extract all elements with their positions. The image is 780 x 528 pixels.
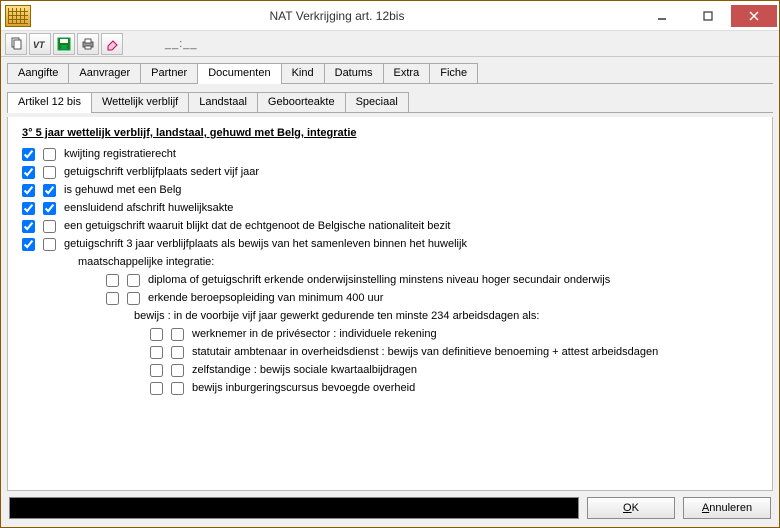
toolbar-erase-button[interactable] — [101, 33, 123, 55]
section-title: 3° 5 jaar wettelijk verblijf, landstaal,… — [22, 127, 762, 139]
proof-heading: bewijs : in de voorbije vijf jaar gewerk… — [134, 310, 539, 322]
main-tab[interactable]: Kind — [281, 63, 325, 83]
main-tab[interactable]: Partner — [140, 63, 198, 83]
checkbox-col1[interactable] — [22, 220, 35, 233]
checkbox-row: werknemer in de privésector : individuel… — [22, 325, 762, 343]
row-label: eensluidend afschrift huwelijksakte — [64, 202, 233, 214]
checkbox-col1[interactable] — [22, 238, 35, 251]
close-button[interactable] — [731, 5, 777, 27]
row-label: is gehuwd met een Belg — [64, 184, 181, 196]
cancel-button[interactable]: Annuleren — [683, 497, 771, 519]
checkbox-row: een getuigschrift waaruit blijkt dat de … — [22, 217, 762, 235]
toolbar-save-button[interactable] — [53, 33, 75, 55]
checkbox-row: zelfstandige : bewijs sociale kwartaalbi… — [22, 361, 762, 379]
main-tab[interactable]: Documenten — [197, 63, 281, 83]
checkbox-col2[interactable] — [43, 184, 56, 197]
checkbox-col1[interactable] — [22, 202, 35, 215]
cancel-button-label: Annuleren — [702, 502, 752, 514]
checkbox-col1[interactable] — [150, 346, 163, 359]
status-bar — [9, 497, 579, 519]
toolbar-vt-button[interactable]: VT — [29, 33, 51, 55]
row-label: zelfstandige : bewijs sociale kwartaalbi… — [192, 364, 417, 376]
checkbox-row: getuigschrift 3 jaar verblijfplaats als … — [22, 235, 762, 253]
window-buttons — [639, 5, 777, 27]
main-tab[interactable]: Aangifte — [7, 63, 69, 83]
checkbox-col2[interactable] — [43, 238, 56, 251]
main-tab[interactable]: Datums — [324, 63, 384, 83]
checkbox-row: statutair ambtenaar in overheidsdienst :… — [22, 343, 762, 361]
maximize-button[interactable] — [685, 5, 731, 27]
checkbox-col2[interactable] — [171, 364, 184, 377]
footer: OK Annuleren — [1, 491, 779, 527]
sub-tabrow: Artikel 12 bisWettelijk verblijfLandstaa… — [1, 84, 779, 112]
checkbox-col2[interactable] — [127, 274, 140, 287]
checkbox-row: eensluidend afschrift huwelijksakte — [22, 199, 762, 217]
checkbox-row: bewijs inburgeringscursus bevoegde overh… — [22, 379, 762, 397]
time-placeholder: __:__ — [165, 38, 198, 50]
row-label: bewijs inburgeringscursus bevoegde overh… — [192, 382, 415, 394]
row-label: diploma of getuigschrift erkende onderwi… — [148, 274, 610, 286]
minimize-button[interactable] — [639, 5, 685, 27]
checkbox-row: is gehuwd met een Belg — [22, 181, 762, 199]
checkbox-col1[interactable] — [106, 274, 119, 287]
svg-text:VT: VT — [33, 40, 46, 50]
toolbar-copy-button[interactable] — [5, 33, 27, 55]
rows-group-main: kwijting registratierecht getuigschrift v… — [22, 145, 762, 253]
row-label: getuigschrift 3 jaar verblijfplaats als … — [64, 238, 467, 250]
row-label: erkende beroepsopleiding van minimum 400… — [148, 292, 383, 304]
checkbox-col2[interactable] — [43, 148, 56, 161]
sub-tab[interactable]: Speciaal — [345, 92, 409, 112]
row-label: statutair ambtenaar in overheidsdienst :… — [192, 346, 658, 358]
checkbox-col1[interactable] — [22, 166, 35, 179]
checkbox-col2[interactable] — [43, 220, 56, 233]
row-label: een getuigschrift waaruit blijkt dat de … — [64, 220, 450, 232]
app-window: NAT Verkrijging art. 12bis VT — [0, 0, 780, 528]
main-tab[interactable]: Extra — [383, 63, 431, 83]
checkbox-col1[interactable] — [150, 328, 163, 341]
rows-group-integration: diploma of getuigschrift erkende onderwi… — [22, 271, 762, 307]
app-icon — [5, 5, 31, 27]
checkbox-row: diploma of getuigschrift erkende onderwi… — [22, 271, 762, 289]
ok-button[interactable]: OK — [587, 497, 675, 519]
sub-tab[interactable]: Geboorteakte — [257, 92, 346, 112]
row-label: kwijting registratierecht — [64, 148, 176, 160]
content-panel: 3° 5 jaar wettelijk verblijf, landstaal,… — [7, 117, 773, 491]
checkbox-row: getuigschrift verblijfplaats sedert vijf… — [22, 163, 762, 181]
checkbox-col1[interactable] — [106, 292, 119, 305]
checkbox-col2[interactable] — [43, 202, 56, 215]
main-tabrow: AangifteAanvragerPartnerDocumentenKindDa… — [1, 57, 779, 83]
sub-tab[interactable]: Wettelijk verblijf — [91, 92, 189, 112]
rows-group-proof: werknemer in de privésector : individuel… — [22, 325, 762, 397]
sub-tab[interactable]: Landstaal — [188, 92, 258, 112]
main-tab[interactable]: Aanvrager — [68, 63, 141, 83]
checkbox-row: erkende beroepsopleiding van minimum 400… — [22, 289, 762, 307]
toolbar: VT __:__ — [1, 31, 779, 57]
row-label: werknemer in de privésector : individuel… — [192, 328, 437, 340]
checkbox-col2[interactable] — [171, 328, 184, 341]
checkbox-col2[interactable] — [43, 166, 56, 179]
integration-heading-row: maatschappelijke integratie: — [22, 253, 762, 271]
checkbox-col1[interactable] — [150, 364, 163, 377]
checkbox-col1[interactable] — [22, 148, 35, 161]
proof-heading-row: bewijs : in de voorbije vijf jaar gewerk… — [22, 307, 762, 325]
row-label: getuigschrift verblijfplaats sedert vijf… — [64, 166, 259, 178]
window-title: NAT Verkrijging art. 12bis — [35, 9, 639, 23]
titlebar: NAT Verkrijging art. 12bis — [1, 1, 779, 31]
checkbox-col1[interactable] — [150, 382, 163, 395]
sub-tab-underline — [7, 112, 773, 113]
checkbox-col2[interactable] — [171, 346, 184, 359]
integration-heading: maatschappelijke integratie: — [78, 256, 214, 268]
checkbox-row: kwijting registratierecht — [22, 145, 762, 163]
toolbar-print-button[interactable] — [77, 33, 99, 55]
checkbox-col2[interactable] — [171, 382, 184, 395]
checkbox-col2[interactable] — [127, 292, 140, 305]
checkbox-col1[interactable] — [22, 184, 35, 197]
main-tab[interactable]: Fiche — [429, 63, 478, 83]
sub-tab[interactable]: Artikel 12 bis — [7, 92, 92, 112]
ok-button-label: OK — [623, 502, 639, 514]
